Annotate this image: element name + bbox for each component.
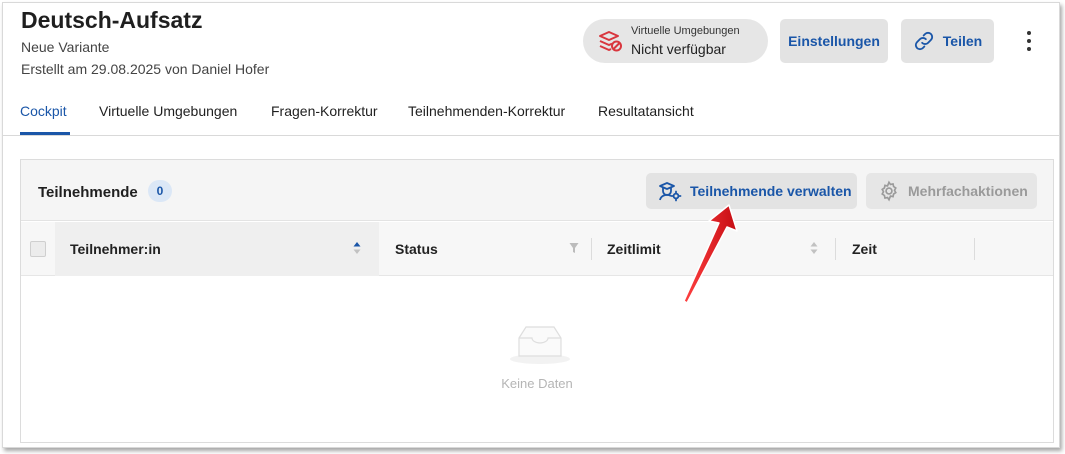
more-options-button[interactable] — [1019, 27, 1039, 55]
table-header: Teilnehmer:in Status Zeitlimit Zeit — [21, 222, 1053, 276]
settings-button-label: Einstellungen — [788, 33, 880, 49]
tab-virtual-environments[interactable]: Virtuelle Umgebungen — [99, 103, 237, 119]
tab-participant-grading[interactable]: Teilnehmenden-Korrektur — [408, 103, 565, 119]
column-header-status[interactable]: Status — [395, 241, 438, 257]
column-header-time[interactable]: Zeit — [852, 241, 877, 257]
more-vertical-icon — [1027, 31, 1031, 35]
page-subtitle: Neue Variante — [21, 39, 110, 55]
virtual-env-value: Nicht verfügbar — [631, 41, 726, 57]
panel-header: Teilnehmende 0 Teilnehmende verwalten Me… — [21, 160, 1053, 221]
link-icon — [914, 31, 933, 51]
column-header-time-limit[interactable]: Zeitlimit — [607, 241, 661, 257]
tab-results-view[interactable]: Resultatansicht — [598, 103, 694, 119]
select-all-checkbox[interactable] — [30, 241, 46, 257]
manage-participants-button[interactable]: Teilnehmende verwalten — [646, 173, 857, 209]
share-button[interactable]: Teilen — [901, 19, 994, 63]
column-separator — [591, 238, 592, 260]
sort-icon[interactable] — [810, 241, 818, 255]
column-header-participant[interactable]: Teilnehmer:in — [70, 241, 161, 257]
filter-icon[interactable] — [569, 241, 579, 255]
gear-icon — [881, 180, 897, 202]
annotation-arrow — [683, 204, 738, 304]
active-tab-indicator — [20, 132, 70, 135]
column-separator — [974, 238, 975, 260]
virtual-env-blocked-icon — [599, 31, 622, 52]
bulk-actions-button[interactable]: Mehrfachaktionen — [866, 173, 1037, 209]
participants-settings-icon — [659, 182, 682, 202]
virtual-env-label: Virtuelle Umgebungen — [631, 25, 740, 37]
tab-bar: Cockpit Virtuelle Umgebungen Fragen-Korr… — [3, 91, 1059, 136]
settings-button[interactable]: Einstellungen — [780, 19, 888, 63]
app-window: Deutsch-Aufsatz Neue Variante Erstellt a… — [2, 2, 1060, 448]
tab-cockpit[interactable]: Cockpit — [20, 103, 67, 119]
virtual-env-status-pill[interactable]: Virtuelle Umgebungen Nicht verfügbar — [583, 19, 768, 63]
page-title: Deutsch-Aufsatz — [21, 7, 203, 33]
share-button-label: Teilen — [942, 33, 983, 49]
more-dot — [1027, 47, 1031, 51]
sort-ascending-icon[interactable] — [353, 241, 361, 255]
participants-panel: Teilnehmende 0 Teilnehmende verwalten Me… — [20, 159, 1054, 443]
panel-title: Teilnehmende — [38, 184, 138, 201]
tab-question-grading[interactable]: Fragen-Korrektur — [271, 103, 378, 119]
empty-state-text: Keine Daten — [501, 376, 573, 391]
column-separator — [835, 238, 836, 260]
empty-inbox-icon — [510, 326, 570, 364]
bulk-actions-label: Mehrfachaktionen — [908, 183, 1028, 199]
participant-count-badge: 0 — [148, 180, 172, 202]
manage-participants-label: Teilnehmende verwalten — [690, 183, 852, 199]
more-dot — [1027, 39, 1031, 43]
created-info: Erstellt am 29.08.2025 von Daniel Hofer — [21, 61, 270, 77]
